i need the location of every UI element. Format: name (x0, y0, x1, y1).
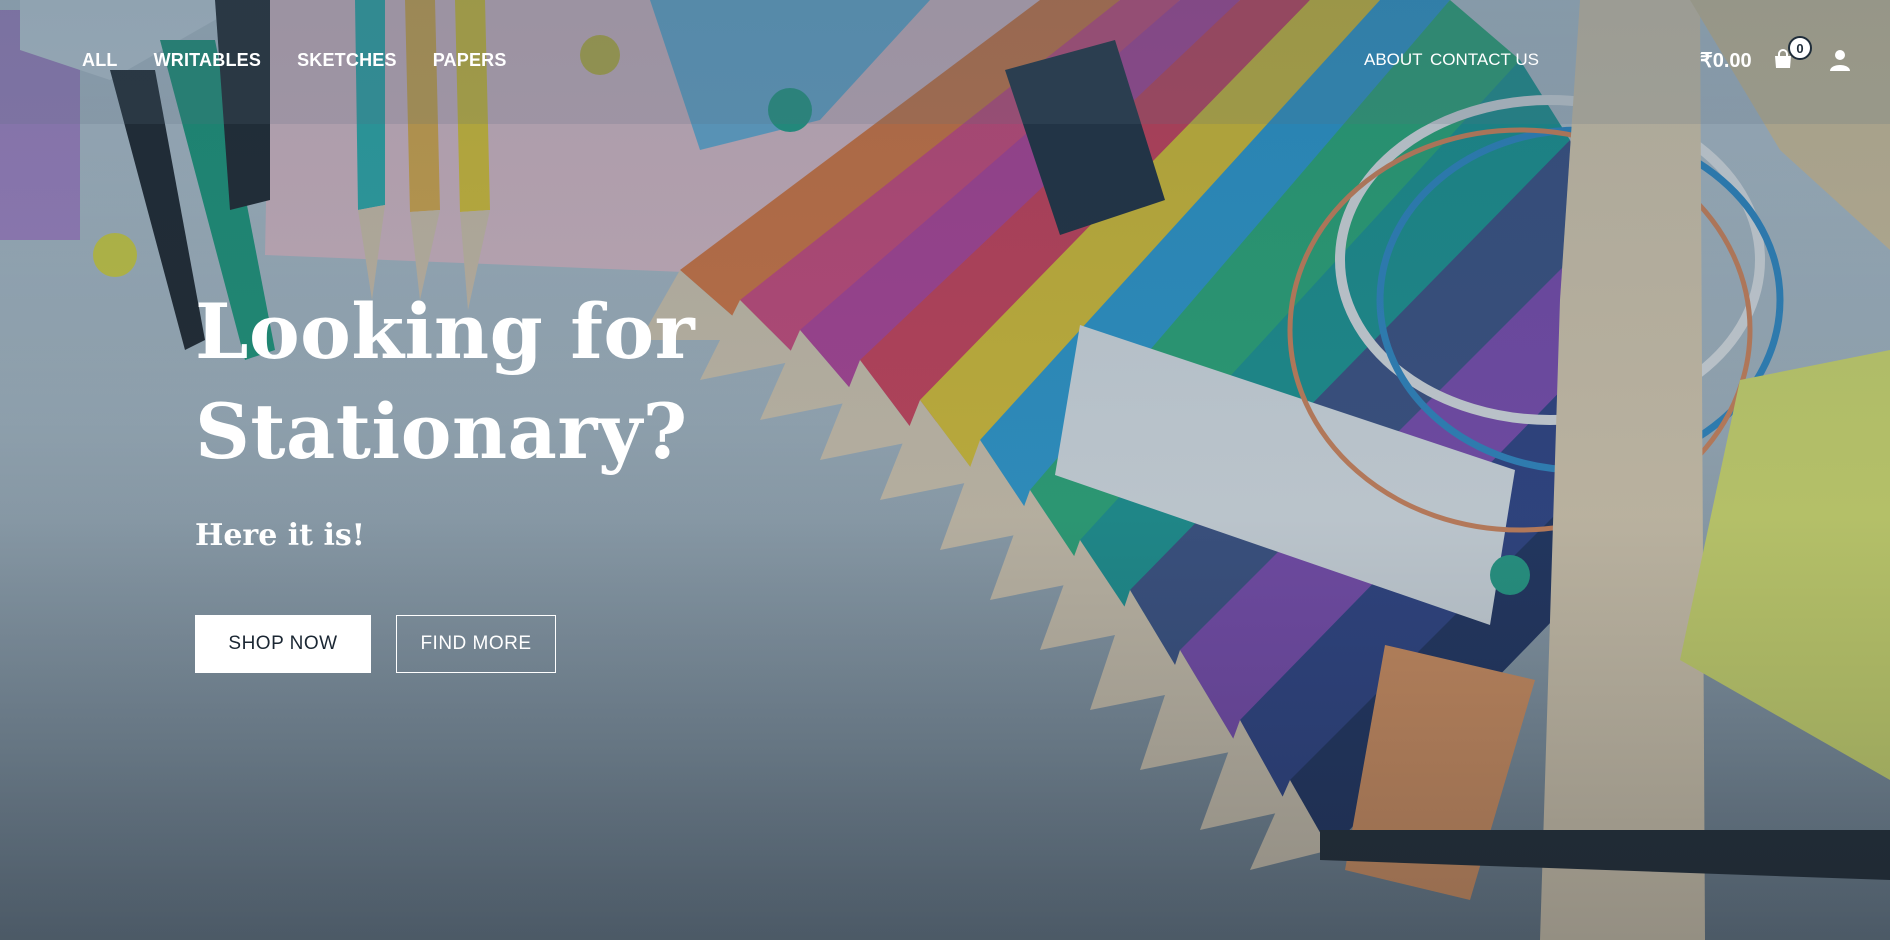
nav-item-about[interactable]: ABOUT (1364, 50, 1423, 70)
user-icon (1830, 50, 1850, 71)
cart-count-badge: 0 (1788, 36, 1812, 60)
account-button[interactable] (1828, 48, 1854, 74)
hero-subheadline: Here it is! (195, 518, 365, 553)
shop-now-button[interactable]: SHOP NOW (195, 615, 371, 673)
nav-item-papers[interactable]: PAPERS (433, 50, 507, 71)
find-more-button[interactable]: FIND MORE (396, 615, 556, 673)
top-navigation-bar: ALL WRITABLES SKETCHES PAPERS ABOUT CONT… (0, 0, 1890, 124)
category-nav: ALL WRITABLES SKETCHES PAPERS (82, 50, 543, 71)
hero-headline: Looking for Stationary? (195, 282, 715, 482)
nav-item-writables[interactable]: WRITABLES (154, 50, 261, 71)
utility-nav: ABOUT CONTACT US ₹0.00 0 (1190, 36, 1890, 74)
nav-item-all[interactable]: ALL (82, 50, 118, 71)
cart-button[interactable]: 0 (1772, 36, 1812, 74)
cart-total: ₹0.00 (1700, 50, 1752, 72)
nav-item-contact-us[interactable]: CONTACT US (1430, 50, 1539, 70)
hero-headline-line-2: Stationary? (195, 387, 688, 476)
hero-headline-line-1: Looking for (195, 287, 696, 376)
nav-item-sketches[interactable]: SKETCHES (297, 50, 397, 71)
